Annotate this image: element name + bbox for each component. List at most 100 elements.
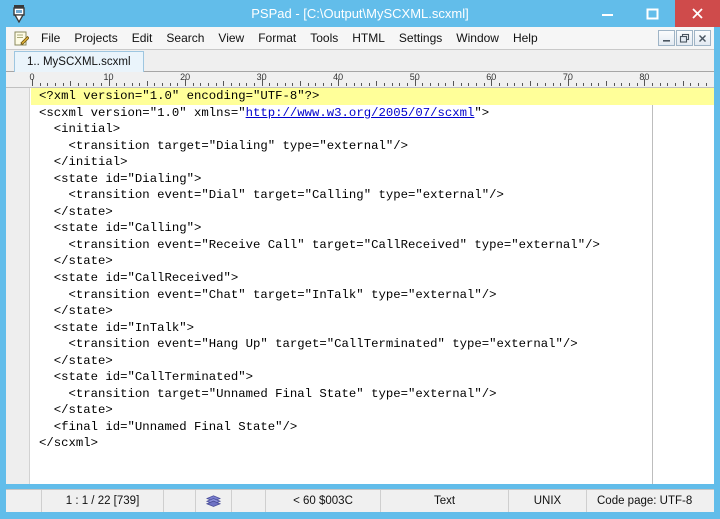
code-line[interactable]: <state id="InTalk"> (31, 320, 714, 337)
ruler-tick (330, 83, 332, 86)
code-line[interactable]: </initial> (31, 154, 714, 171)
edit-document-icon[interactable] (14, 31, 30, 46)
status-char-info[interactable]: < 60 $003C (266, 490, 381, 512)
ruler-tick (445, 83, 447, 86)
status-code-page[interactable]: Code page: UTF-8 (587, 490, 714, 512)
ruler-tick (77, 83, 79, 86)
window-maximize-button[interactable] (630, 0, 675, 27)
code-line[interactable]: <state id="Calling"> (31, 220, 714, 237)
maximize-icon (630, 0, 675, 27)
menu-item-file[interactable]: File (34, 27, 67, 50)
ruler-tick (139, 83, 141, 86)
ruler-label: 30 (256, 72, 267, 82)
mdi-minimize-button[interactable] (658, 30, 675, 46)
code-line[interactable]: <?xml version="1.0" encoding="UTF-8"?> (31, 88, 714, 105)
code-line[interactable]: </state> (31, 402, 714, 419)
namespace-url-link[interactable]: http://www.w3.org/2005/07/scxml (246, 106, 475, 120)
ruler-tick (315, 83, 317, 86)
status-line-endings[interactable]: UNIX (509, 490, 587, 512)
code-line[interactable]: <transition target="Unnamed Final State"… (31, 386, 714, 403)
ruler-tick (705, 83, 707, 86)
document-tab-strip: 1.. MySCXML.scxml (6, 50, 714, 72)
ruler-tick (284, 83, 286, 86)
ruler-tick (399, 83, 401, 86)
ruler-tick (483, 83, 485, 86)
ruler-tick (368, 83, 370, 86)
menu-item-view[interactable]: View (211, 27, 251, 50)
menu-item-edit[interactable]: Edit (125, 27, 160, 50)
ruler-tick (506, 83, 508, 86)
code-line[interactable]: <transition event="Hang Up" target="Call… (31, 336, 714, 353)
ruler-tick (299, 81, 301, 86)
code-line[interactable]: </scxml> (31, 435, 714, 452)
code-line[interactable]: <state id="CallReceived"> (31, 270, 714, 287)
ruler-tick (307, 83, 309, 86)
status-modified-flag[interactable] (164, 490, 196, 512)
ruler-label: 0 (29, 72, 35, 82)
ruler-label: 70 (562, 72, 573, 82)
window-close-button[interactable] (675, 0, 720, 27)
ruler-tick (560, 83, 562, 86)
ruler-tick (47, 83, 49, 86)
editor-area[interactable]: <?xml version="1.0" encoding="UTF-8"?> <s… (6, 88, 714, 484)
ruler-tick (621, 83, 623, 86)
code-line[interactable]: <state id="Dialing"> (31, 171, 714, 188)
ruler-tick (552, 83, 554, 86)
ruler-tick (208, 83, 210, 86)
ruler-tick (215, 83, 217, 86)
ruler-tick (437, 83, 439, 86)
status-layers-cell[interactable] (196, 490, 232, 512)
menu-item-projects[interactable]: Projects (67, 27, 124, 50)
menu-item-search[interactable]: Search (159, 27, 211, 50)
code-line[interactable]: </state> (31, 303, 714, 320)
code-line[interactable]: <final id="Unnamed Final State"/> (31, 419, 714, 436)
status-spacer-left (6, 490, 42, 512)
status-cursor-position[interactable]: 1 : 1 / 22 [739] (42, 490, 164, 512)
ruler-tick (629, 83, 631, 86)
menu-item-window[interactable]: Window (449, 27, 506, 50)
ruler-tick (514, 83, 516, 86)
mdi-close-button[interactable] (694, 30, 711, 46)
menu-item-tools[interactable]: Tools (303, 27, 345, 50)
menu-item-format[interactable]: Format (251, 27, 303, 50)
menu-item-html[interactable]: HTML (345, 27, 392, 50)
tab-myscxml-scxml[interactable]: 1.. MySCXML.scxml (14, 51, 144, 72)
ruler-tick (116, 83, 118, 86)
ruler-tick (583, 83, 585, 86)
column-ruler: 0 10 20 30 40 50 60 70 80 (6, 72, 714, 88)
status-file-type[interactable]: Text (381, 490, 509, 512)
code-surface[interactable]: <?xml version="1.0" encoding="UTF-8"?> <s… (31, 88, 714, 484)
ruler-tick (537, 83, 539, 86)
code-line[interactable]: <transition event="Receive Call" target=… (31, 237, 714, 254)
code-line[interactable]: <initial> (31, 121, 714, 138)
ruler-tick (675, 83, 677, 86)
ruler-tick (123, 83, 125, 86)
mdi-restore-button[interactable] (676, 30, 693, 46)
code-line[interactable]: <state id="CallTerminated"> (31, 369, 714, 386)
code-line[interactable]: </state> (31, 204, 714, 221)
menu-item-settings[interactable]: Settings (392, 27, 449, 50)
ruler-tick (613, 83, 615, 86)
code-text[interactable]: <?xml version="1.0" encoding="UTF-8"?> <s… (31, 88, 714, 452)
ruler-tick (384, 83, 386, 86)
status-insert-mode[interactable] (232, 490, 266, 512)
ruler-tick (93, 83, 95, 86)
ruler-tick (544, 83, 546, 86)
ruler-tick (192, 83, 194, 86)
ruler-label: 50 (409, 72, 420, 82)
ruler-tick (238, 83, 240, 86)
code-line[interactable]: <scxml version="1.0" xmlns="http://www.w… (31, 105, 714, 122)
editor-gutter (6, 88, 30, 484)
window-minimize-button[interactable] (585, 0, 630, 27)
menu-item-help[interactable]: Help (506, 27, 545, 50)
ruler-tick (407, 83, 409, 86)
code-line[interactable]: <transition event="Dial" target="Calling… (31, 187, 714, 204)
code-line[interactable]: </state> (31, 353, 714, 370)
code-line[interactable]: <transition target="Dialing" type="exter… (31, 138, 714, 155)
code-line[interactable]: <transition event="Chat" target="InTalk"… (31, 287, 714, 304)
ruler-tick (697, 83, 699, 86)
code-line[interactable]: </state> (31, 253, 714, 270)
ruler-label: 10 (103, 72, 114, 82)
ruler-tick (475, 83, 477, 86)
title-bar: PSPad - [C:\Output\MySCXML.scxml] (0, 0, 720, 27)
